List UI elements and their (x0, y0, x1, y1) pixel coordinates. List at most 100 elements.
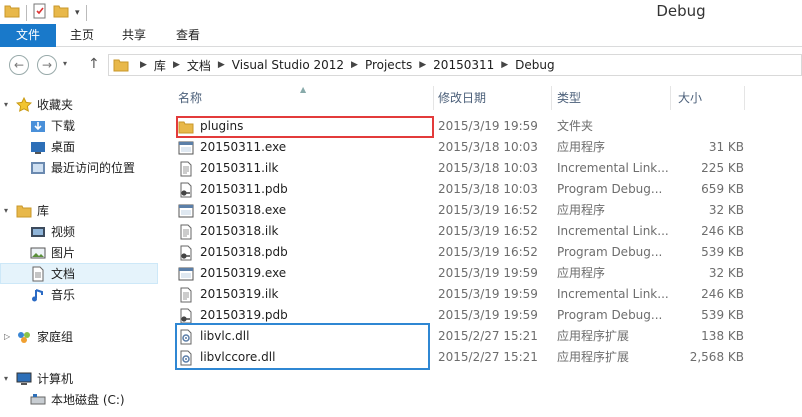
file-row[interactable]: 20150318.exe 2015/3/19 16:52 应用程序 32 KB (174, 200, 760, 221)
chevron-right-icon[interactable]: ▶ (351, 60, 358, 70)
file-name-cell[interactable]: 20150311.exe (178, 137, 430, 158)
file-date: 2015/3/18 10:03 (438, 161, 538, 175)
file-row[interactable]: 20150319.exe 2015/3/19 19:59 应用程序 32 KB (174, 263, 760, 284)
arrow-left-icon: ← (13, 58, 25, 72)
library-icon (16, 203, 32, 219)
file-name-cell[interactable]: 20150318.pdb (178, 242, 430, 263)
breadcrumb-visual-studio[interactable]: Visual Studio 2012 (232, 58, 344, 72)
file-size: 246 KB (701, 287, 744, 301)
recent-locations-button[interactable]: ▾ (63, 59, 67, 68)
tab-share[interactable]: 共享 (110, 24, 158, 47)
picture-icon (30, 245, 46, 261)
breadcrumb-documents[interactable]: 文档 (187, 57, 211, 74)
nav-downloads[interactable]: 下载 (0, 115, 158, 136)
column-header-type[interactable]: 类型 (553, 82, 671, 110)
file-name: 20150318.exe (200, 203, 287, 217)
forward-button[interactable]: → (37, 55, 57, 75)
column-header-size[interactable]: 大小 (674, 82, 754, 110)
disk-icon (30, 392, 46, 408)
file-name: 20150311.ilk (200, 161, 279, 175)
file-date: 2015/3/19 19:59 (438, 119, 538, 133)
chevron-right-icon[interactable]: ▶ (501, 60, 508, 70)
file-size (674, 116, 744, 137)
file-type: Incremental Link... (557, 161, 669, 175)
expand-icon[interactable]: ▾ (4, 100, 16, 109)
file-name-cell[interactable]: 20150319.exe (178, 263, 430, 284)
ilk-icon (178, 287, 194, 303)
ilk-icon (178, 224, 194, 240)
file-type: Program Debug... (557, 245, 663, 259)
chevron-right-icon[interactable]: ▶ (218, 60, 225, 70)
nav-favorites[interactable]: ▾ 收藏夹 (0, 94, 158, 115)
breadcrumb-20150311[interactable]: 20150311 (433, 58, 494, 72)
document-icon (30, 266, 46, 282)
nav-local-disk[interactable]: 本地磁盘 (C:) (0, 389, 158, 410)
file-type: Program Debug... (557, 308, 663, 322)
breadcrumb-projects[interactable]: Projects (365, 58, 412, 72)
nav-local-disk-label: 本地磁盘 (C:) (51, 393, 125, 407)
column-header-date[interactable]: 修改日期 (434, 82, 552, 110)
download-icon (30, 118, 46, 134)
library-folder-icon (113, 58, 129, 72)
expand-icon[interactable]: ▾ (4, 206, 16, 215)
file-size: 32 KB (708, 266, 744, 280)
file-row[interactable]: 20150319.ilk 2015/3/19 19:59 Incremental L… (174, 284, 760, 305)
expand-icon[interactable]: ▾ (4, 374, 16, 383)
nav-homegroup[interactable]: ▷ 家庭组 (0, 326, 158, 347)
file-row[interactable]: 20150318.pdb 2015/3/19 16:52 Program Debug… (174, 242, 760, 263)
column-header-name[interactable]: 名称 (174, 82, 434, 110)
tab-view[interactable]: 查看 (164, 24, 212, 47)
file-date: 2015/2/27 15:21 (438, 329, 538, 343)
nav-documents-label: 文档 (51, 267, 76, 281)
file-name-cell[interactable]: 20150311.ilk (178, 158, 430, 179)
chevron-right-icon[interactable]: ▶ (173, 60, 180, 70)
nav-pictures[interactable]: 图片 (0, 242, 158, 263)
file-name-cell[interactable]: 20150319.ilk (178, 284, 430, 305)
column-divider[interactable] (744, 86, 745, 110)
highlight-box-red (176, 116, 434, 138)
breadcrumb-debug[interactable]: Debug (515, 58, 554, 72)
up-button[interactable]: ↑ (88, 56, 100, 72)
nav-computer[interactable]: ▾ 计算机 (0, 368, 158, 389)
window-title: Debug (656, 2, 706, 20)
pdb-icon (178, 182, 194, 198)
tab-home[interactable]: 主页 (58, 24, 106, 47)
nav-downloads-label: 下载 (51, 119, 76, 133)
column-divider[interactable] (670, 86, 671, 110)
file-row[interactable]: 20150311.ilk 2015/3/18 10:03 Incremental L… (174, 158, 760, 179)
nav-desktop[interactable]: 桌面 (0, 136, 158, 157)
title-bar: ▾ Debug (0, 0, 802, 24)
nav-homegroup-label: 家庭组 (37, 330, 74, 344)
arrow-up-icon: ↑ (88, 56, 100, 72)
back-button[interactable]: ← (9, 55, 29, 75)
chevron-right-icon[interactable]: ▶ (419, 60, 426, 70)
file-name: 20150311.pdb (200, 182, 288, 196)
file-type: Incremental Link... (557, 287, 669, 301)
file-date: 2015/3/19 19:59 (438, 308, 538, 322)
file-name-cell[interactable]: 20150311.pdb (178, 179, 430, 200)
breadcrumb-libraries[interactable]: 库 (154, 57, 166, 74)
column-divider[interactable] (551, 86, 552, 110)
nav-recent-label: 最近访问的位置 (51, 161, 136, 175)
nav-computer-label: 计算机 (37, 372, 74, 386)
file-size: 32 KB (708, 203, 744, 217)
tab-file[interactable]: 文件 (0, 24, 56, 47)
nav-music[interactable]: 音乐 (0, 284, 158, 305)
music-icon (30, 287, 46, 303)
file-row[interactable]: 20150311.pdb 2015/3/18 10:03 Program Debug… (174, 179, 760, 200)
file-row[interactable]: 20150318.ilk 2015/3/19 16:52 Incremental L… (174, 221, 760, 242)
chevron-right-icon[interactable]: ▶ (140, 60, 147, 70)
file-row[interactable]: 20150311.exe 2015/3/18 10:03 应用程序 31 KB (174, 137, 760, 158)
nav-libraries[interactable]: ▾ 库 (0, 200, 158, 221)
exe-icon (178, 140, 194, 156)
file-type: 应用程序扩展 (557, 329, 630, 343)
file-date: 2015/3/18 10:03 (438, 182, 538, 196)
file-name-cell[interactable]: 20150318.ilk (178, 221, 430, 242)
expand-icon[interactable]: ▷ (4, 332, 16, 341)
file-name-cell[interactable]: 20150318.exe (178, 200, 430, 221)
nav-videos[interactable]: 视频 (0, 221, 158, 242)
nav-music-label: 音乐 (51, 288, 76, 302)
nav-recent[interactable]: 最近访问的位置 (0, 157, 158, 178)
address-bar[interactable]: ▶ 库 ▶ 文档 ▶ Visual Studio 2012 ▶ Projects ▶ 20… (108, 54, 802, 76)
nav-documents[interactable]: 文档 (0, 263, 158, 284)
